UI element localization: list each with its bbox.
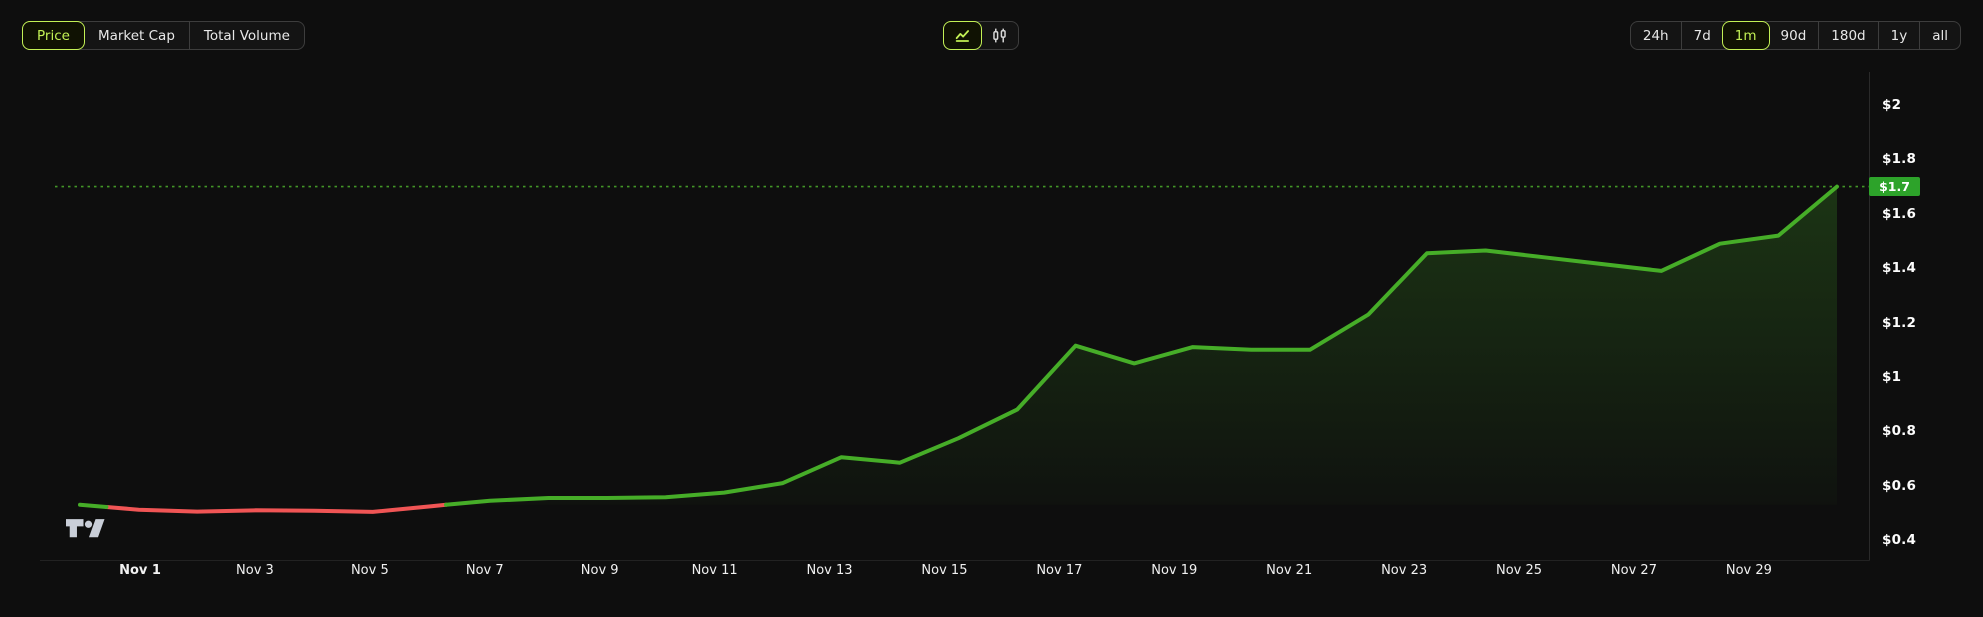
x-axis-tick: Nov 9 (581, 563, 619, 578)
x-axis-tick: Nov 13 (806, 563, 852, 578)
current-price-badge: $1.7 (1869, 177, 1920, 196)
y-axis-tick: $1 (1882, 369, 1977, 385)
y-axis-tick: $0.8 (1882, 423, 1977, 439)
x-axis-tick: Nov 27 (1611, 563, 1657, 578)
chart-area-fill (446, 187, 1837, 505)
y-axis-tick: $0.4 (1882, 532, 1977, 548)
y-axis-tick: $1.6 (1882, 206, 1977, 222)
tradingview-logo[interactable] (66, 519, 108, 545)
y-axis-tick: $1.4 (1882, 260, 1977, 276)
x-axis-tick: Nov 17 (1036, 563, 1082, 578)
x-axis-tick: Nov 25 (1496, 563, 1542, 578)
y-axis-tick: $1.8 (1882, 151, 1977, 167)
x-axis-tick: Nov 1 (119, 563, 161, 578)
chart-line-down-segment (106, 505, 446, 512)
y-axis-tick: $2 (1882, 97, 1977, 113)
x-axis-tick: Nov 15 (921, 563, 967, 578)
chart-line-start-tip (80, 505, 106, 507)
x-axis-tick: Nov 19 (1151, 563, 1197, 578)
price-chart[interactable] (0, 0, 1983, 617)
x-axis-tick: Nov 23 (1381, 563, 1427, 578)
x-axis-tick: Nov 5 (351, 563, 389, 578)
x-axis-tick: Nov 3 (236, 563, 274, 578)
y-axis-tick: $1.2 (1882, 315, 1977, 331)
x-axis-tick: Nov 7 (466, 563, 504, 578)
x-axis-tick: Nov 21 (1266, 563, 1312, 578)
y-axis-tick: $0.6 (1882, 478, 1977, 494)
x-axis-tick: Nov 29 (1726, 563, 1772, 578)
x-axis-tick: Nov 11 (692, 563, 738, 578)
